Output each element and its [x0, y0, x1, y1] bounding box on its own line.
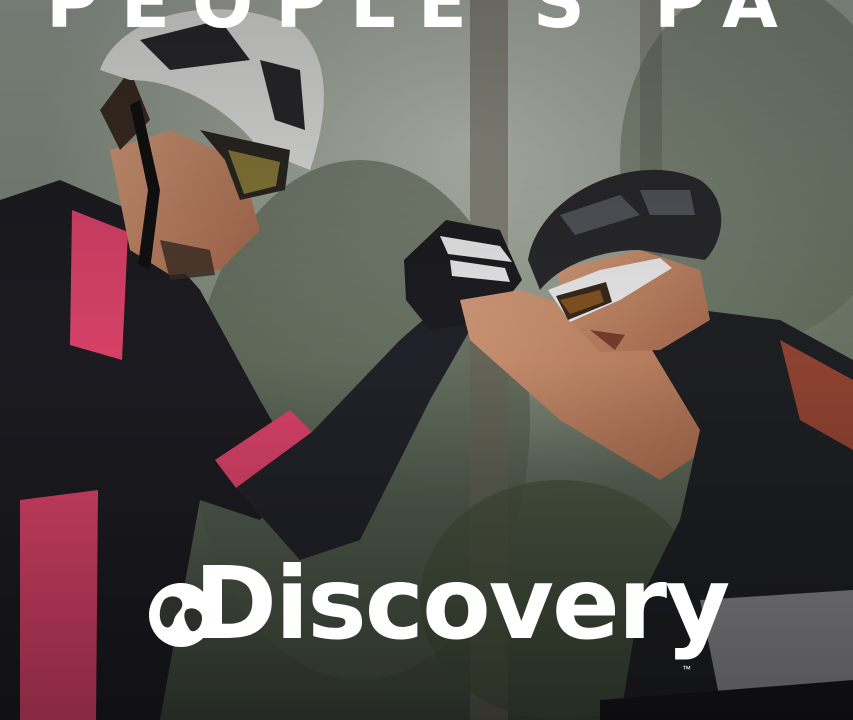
promo-image: PEOPLE'S PA Discovery ™: [0, 0, 853, 720]
headline-text: PEOPLE'S PA: [46, 0, 800, 44]
discovery-wordmark: Discovery: [194, 545, 730, 662]
trademark-symbol: ™: [682, 664, 691, 674]
discovery-logo: Discovery ™: [146, 554, 730, 680]
